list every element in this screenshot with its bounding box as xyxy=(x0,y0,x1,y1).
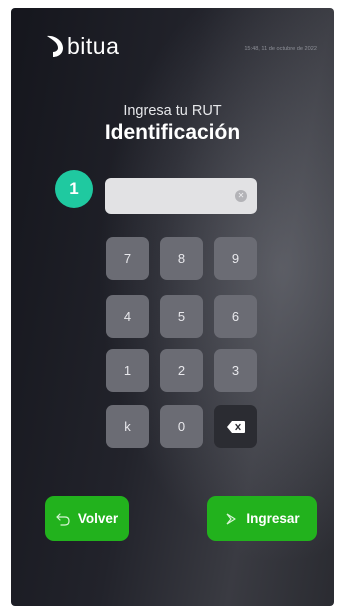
key-2[interactable]: 2 xyxy=(160,349,203,392)
key-k[interactable]: k xyxy=(106,405,149,448)
back-button-label: Volver xyxy=(77,511,119,526)
brand-logo: bitua xyxy=(45,32,119,60)
clear-input-icon[interactable]: ✕ xyxy=(235,190,247,202)
brand-name: bitua xyxy=(67,32,120,59)
backspace-button[interactable] xyxy=(214,405,257,448)
key-3[interactable]: 3 xyxy=(214,349,257,392)
bitua-logo-icon xyxy=(47,35,63,57)
back-button[interactable]: Volver xyxy=(45,496,129,541)
key-8[interactable]: 8 xyxy=(160,237,203,280)
chevron-right-icon xyxy=(226,512,236,525)
datetime-label: 15:48, 11 de octubre de 2022 xyxy=(244,46,317,52)
key-5[interactable]: 5 xyxy=(160,295,203,338)
step-badge: 1 xyxy=(55,170,93,208)
undo-arrow-icon xyxy=(56,512,70,526)
page-subtitle: Ingresa tu RUT xyxy=(123,103,222,119)
key-7[interactable]: 7 xyxy=(106,237,149,280)
backspace-icon xyxy=(226,420,245,433)
key-9[interactable]: 9 xyxy=(214,237,257,280)
enter-button-label: Ingresar xyxy=(246,511,300,526)
key-4[interactable]: 4 xyxy=(106,295,149,338)
enter-button[interactable]: Ingresar xyxy=(207,496,317,541)
key-0[interactable]: 0 xyxy=(160,405,203,448)
kiosk-screen: bitua 15:48, 11 de octubre de 2022 Ingre… xyxy=(11,8,334,606)
key-1[interactable]: 1 xyxy=(106,349,149,392)
page-title: Identificación xyxy=(104,121,241,144)
key-6[interactable]: 6 xyxy=(214,295,257,338)
